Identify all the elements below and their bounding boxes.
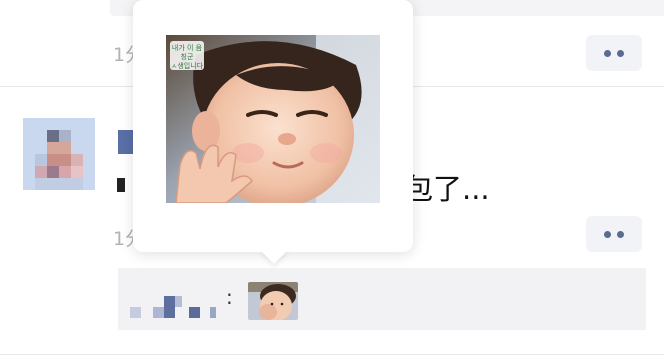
more-options-button[interactable]	[586, 35, 642, 71]
avatar[interactable]	[23, 118, 95, 190]
preview-caption: 내가 이 음칭군 ㅅ생입니다	[170, 41, 204, 70]
preview-caption-line1: 내가 이 음칭군	[171, 44, 203, 61]
more-dots-icon	[604, 230, 611, 238]
more-dots-icon	[617, 230, 624, 238]
more-dots-icon	[617, 49, 624, 57]
divider	[0, 354, 664, 355]
popup-arrow	[260, 250, 288, 264]
reply-box[interactable]	[118, 268, 646, 330]
reply-colon: :	[226, 285, 233, 309]
more-options-button[interactable]	[586, 216, 642, 252]
more-dots-icon	[604, 49, 611, 57]
comment-text-start	[117, 166, 129, 200]
preview-caption-line2: ㅅ생입니다	[170, 62, 204, 70]
baby-sticker-thumbnail[interactable]	[248, 282, 298, 320]
comment-text: 包了...	[404, 172, 490, 206]
